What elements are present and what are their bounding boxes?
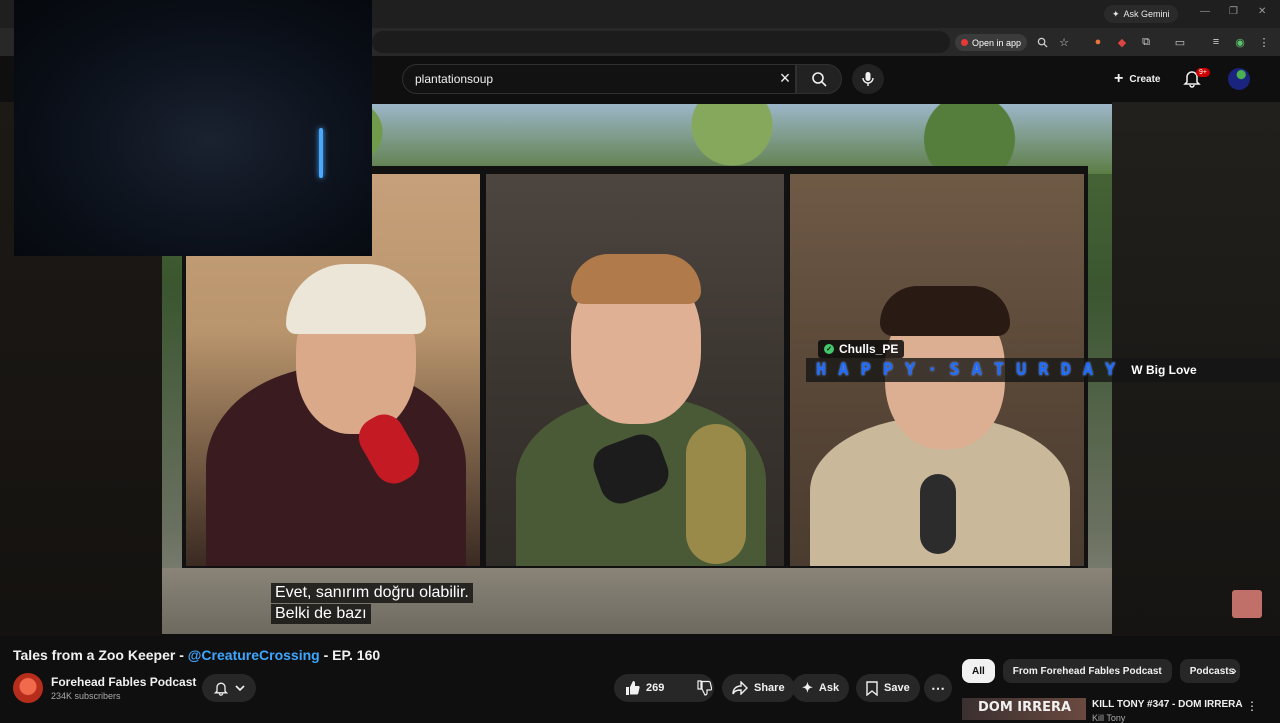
extension-fox-icon[interactable]: ● (1090, 34, 1106, 50)
gemini-sparkle-icon: ✦ (1112, 8, 1120, 19)
restore-window-button[interactable]: ❐ (1229, 6, 1238, 17)
subscriber-count: 234K subscribers (51, 691, 121, 701)
extensions-puzzle-icon[interactable]: ⧉ (1138, 34, 1154, 50)
zoom-icon[interactable] (1034, 34, 1050, 50)
bell-icon (213, 682, 229, 696)
related-filter-chips: All From Forehead Fables Podcast Podcast… (962, 659, 1240, 683)
ask-button[interactable]: ✦ Ask (792, 674, 850, 702)
more-horizontal-icon: ⋯ (931, 679, 945, 696)
sparkle-icon: ✦ (802, 680, 813, 695)
title-prefix: Tales from a Zoo Keeper - (13, 647, 188, 663)
search-input[interactable]: plantationsoup (402, 64, 796, 94)
video-captions: Evet, sanırım doğru olabilir. Belki de b… (271, 583, 473, 625)
youtube-app-icon (961, 39, 968, 46)
extension-shield-icon[interactable]: ◆ (1114, 34, 1130, 50)
open-in-app-button[interactable]: Open in app (955, 34, 1028, 51)
caption-line-1: Evet, sanırım doğru olabilir. (271, 583, 473, 603)
clear-search-icon[interactable]: × (774, 67, 796, 89)
chevron-down-icon (235, 685, 245, 692)
chip-podcasts[interactable]: Podcasts (1179, 659, 1240, 683)
title-suffix: - EP. 160 (319, 647, 381, 663)
video-title: Tales from a Zoo Keeper - @CreatureCross… (13, 647, 380, 663)
chip-from-channel[interactable]: From Forehead Fables Podcast (1002, 659, 1172, 683)
close-window-button[interactable]: ✕ (1258, 6, 1266, 17)
more-vertical-icon[interactable]: ⋮ (1246, 699, 1258, 713)
share-arrow-icon (732, 681, 748, 695)
thumbs-up-icon (626, 681, 640, 695)
recommended-thumb-text: DOM IRRERA (978, 700, 1072, 715)
open-in-app-label: Open in app (972, 37, 1022, 48)
profile-icon[interactable]: ◉ (1232, 34, 1248, 50)
bookmark-icon (866, 680, 878, 696)
camera-center (486, 174, 784, 566)
bookmark-star-icon[interactable]: ☆ (1056, 34, 1072, 50)
channel-name[interactable]: Forehead Fables Podcast (51, 675, 196, 689)
title-channel-link[interactable]: @CreatureCrossing (188, 647, 320, 663)
create-button[interactable]: + Create (1106, 66, 1168, 92)
verified-check-icon: ✓ (824, 344, 834, 354)
host-right-hair (880, 286, 1010, 336)
browser-menu-icon[interactable]: ⋮ (1256, 34, 1272, 50)
chat-message-tail: W Big Love (1131, 363, 1197, 377)
chat-username-tag: ✓ Chulls_PE (818, 340, 905, 358)
caption-line-2: Belki de bazı (271, 604, 371, 624)
notification-badge: 9+ (1196, 68, 1210, 77)
like-dislike-group: 269 (614, 674, 714, 702)
voice-search-button[interactable] (852, 64, 884, 94)
recommended-channel[interactable]: Kill Tony (1092, 713, 1125, 723)
search-button[interactable] (796, 64, 842, 94)
subscription-bell-button[interactable] (202, 674, 256, 702)
account-avatar[interactable] (1228, 68, 1250, 90)
recommended-title[interactable]: KILL TONY #347 - DOM IRRERA (1092, 699, 1243, 710)
plus-icon: + (1114, 70, 1124, 87)
chat-message-text: HAPPY·SATURDAY (816, 360, 1128, 380)
host-right-microphone (920, 474, 956, 554)
host-left-cap (286, 264, 426, 334)
channel-avatar[interactable] (13, 673, 43, 703)
thumbs-down-icon (697, 680, 713, 696)
share-label: Share (754, 682, 785, 694)
more-actions-button[interactable]: ⋯ (924, 674, 952, 702)
save-button[interactable]: Save (856, 674, 920, 702)
bearded-dragon-lizard (686, 424, 746, 564)
like-button[interactable]: 269 (614, 674, 674, 702)
dislike-button[interactable] (686, 674, 722, 702)
search-icon (812, 72, 827, 87)
cast-icon[interactable]: ▭ (1172, 34, 1188, 50)
pip-overlay-video[interactable] (14, 0, 372, 256)
microphone-icon (862, 72, 874, 86)
ask-gemini-button[interactable]: ✦ Ask Gemini (1104, 5, 1178, 23)
share-button[interactable]: Share (722, 674, 795, 702)
reading-list-icon[interactable]: ≡ (1208, 34, 1224, 50)
url-field[interactable] (372, 31, 950, 53)
create-label: Create (1129, 73, 1161, 85)
minimize-window-button[interactable]: — (1200, 6, 1210, 17)
like-count: 269 (646, 682, 665, 694)
recommended-thumbnail[interactable]: DOM IRRERA (962, 698, 1086, 720)
ask-gemini-label: Ask Gemini (1123, 9, 1170, 19)
chevron-right-icon[interactable]: › (1232, 662, 1250, 680)
chat-username: Chulls_PE (839, 342, 899, 356)
host-center-hair (571, 254, 701, 304)
pip-light-strip (319, 128, 323, 178)
ask-label: Ask (818, 682, 840, 694)
corner-sticker-thumbnail (1232, 590, 1262, 618)
chip-all[interactable]: All (962, 659, 995, 683)
chat-message-bar: HAPPY·SATURDAY W Big Love (806, 358, 1280, 382)
save-label: Save (884, 682, 910, 694)
